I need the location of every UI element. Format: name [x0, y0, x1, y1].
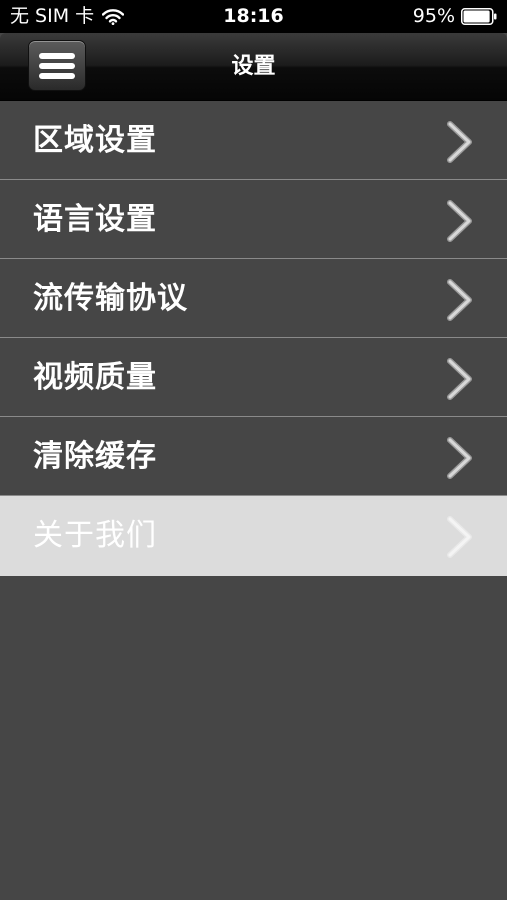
battery-icon — [461, 8, 497, 25]
settings-item-language[interactable]: 语言设置 — [0, 180, 507, 259]
settings-item-region[interactable]: 区域设置 — [0, 101, 507, 180]
hamburger-line — [39, 52, 75, 59]
hamburger-line — [39, 72, 75, 79]
hamburger-icon — [39, 52, 75, 79]
chevron-right-icon — [447, 358, 472, 400]
status-right: 95% — [413, 0, 497, 33]
status-bar: 无 SIM 卡 18:16 95% — [0, 0, 507, 33]
settings-item-label: 视频质量 — [33, 360, 157, 395]
battery-level-fill — [463, 10, 490, 23]
menu-button[interactable] — [28, 40, 86, 91]
settings-list: 区域设置 语言设置 流传输协议 视频质量 清除缓存 关于我们 — [0, 101, 507, 576]
settings-item-label: 关于我们 — [33, 518, 157, 553]
settings-item-label: 流传输协议 — [33, 281, 188, 316]
hamburger-line — [39, 62, 75, 69]
settings-item-label: 区域设置 — [33, 123, 157, 158]
settings-item-streaming-protocol[interactable]: 流传输协议 — [0, 259, 507, 338]
settings-item-video-quality[interactable]: 视频质量 — [0, 338, 507, 417]
battery-percent: 95% — [412, 5, 455, 27]
settings-item-label: 清除缓存 — [33, 439, 157, 474]
chevron-right-icon — [447, 200, 472, 242]
settings-item-label: 语言设置 — [33, 202, 157, 237]
settings-item-about-us[interactable]: 关于我们 — [0, 496, 507, 576]
chevron-right-icon — [447, 121, 472, 163]
settings-item-clear-cache[interactable]: 清除缓存 — [0, 417, 507, 496]
chevron-right-icon — [447, 516, 472, 558]
chevron-right-icon — [447, 437, 472, 479]
chevron-right-icon — [447, 279, 472, 321]
navigation-bar: 设置 — [0, 33, 507, 101]
